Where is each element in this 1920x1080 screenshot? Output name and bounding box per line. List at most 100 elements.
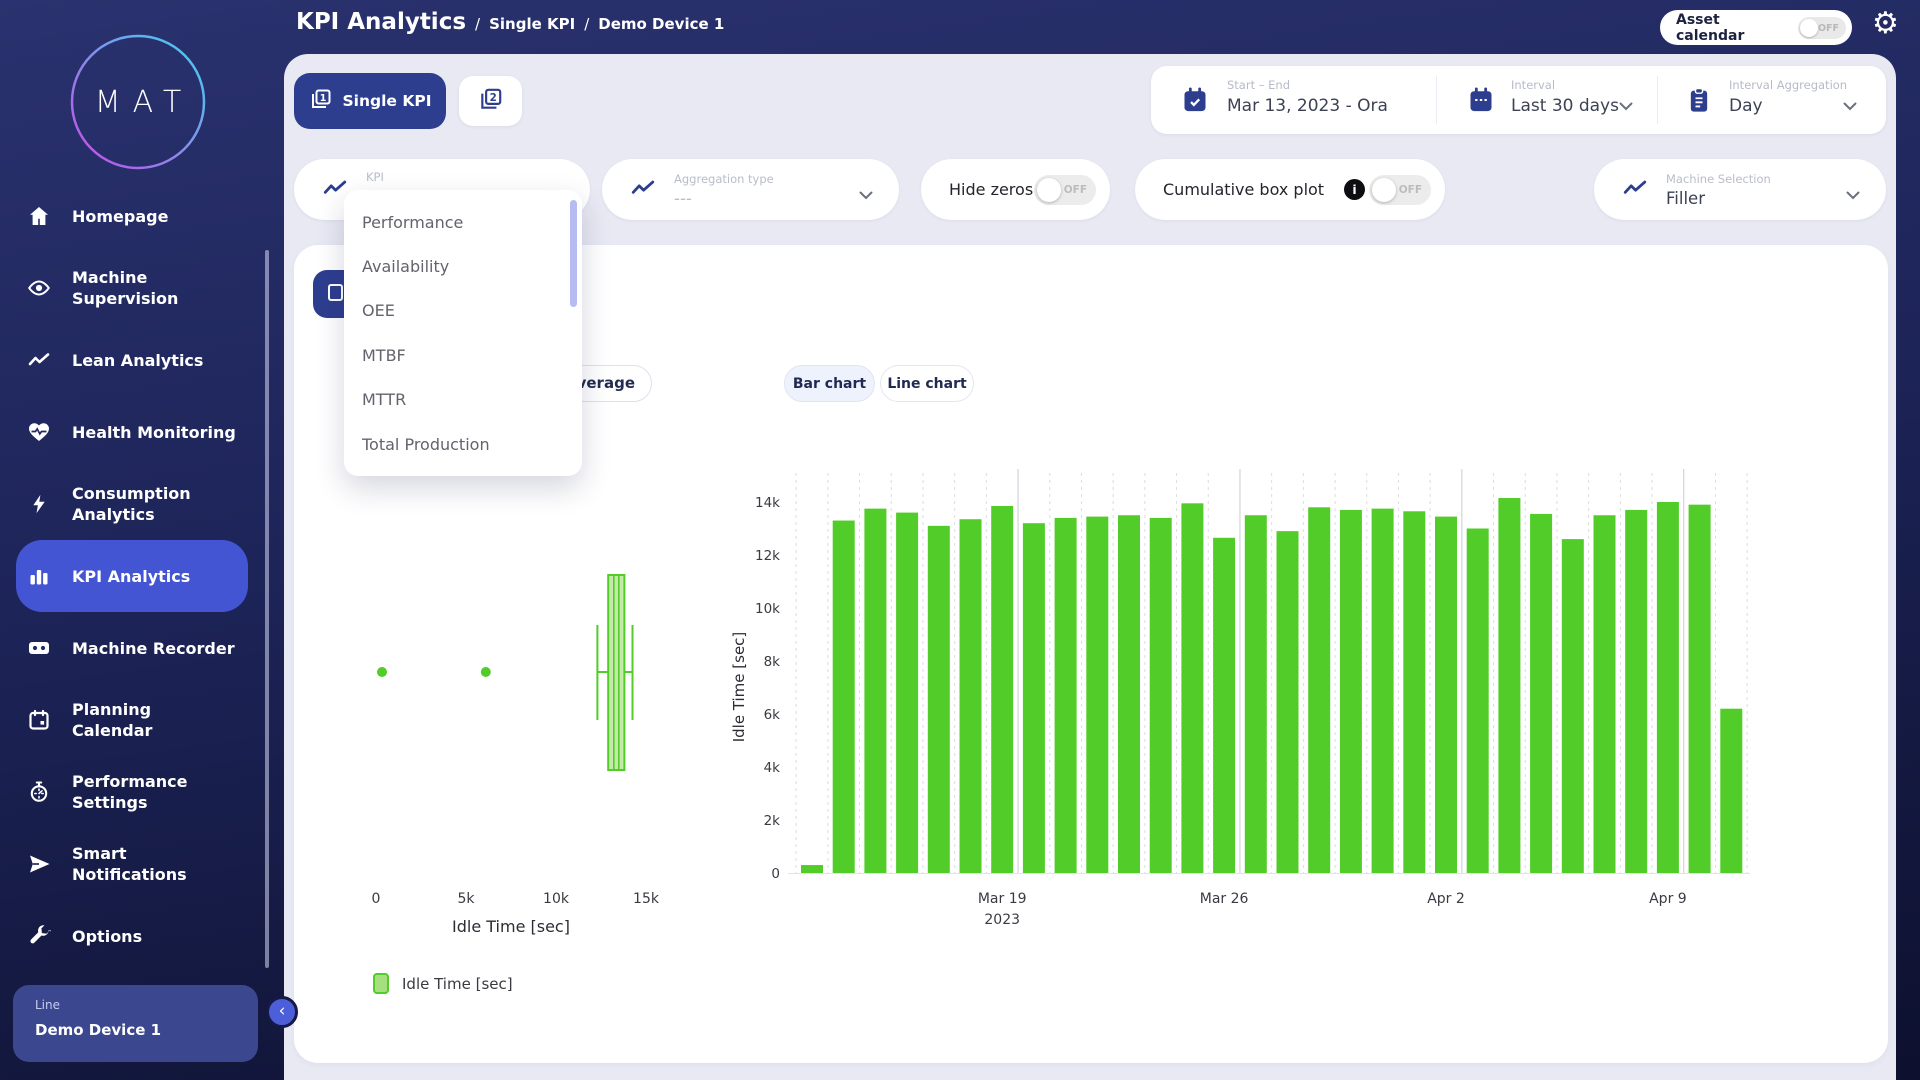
bar-mar-29[interactable]: [1308, 507, 1330, 873]
cumulative-box-plot-label: Cumulative box plot: [1163, 180, 1324, 199]
breadcrumb-item[interactable]: Demo Device 1: [598, 15, 724, 33]
bar-mar-24[interactable]: [1150, 518, 1172, 873]
sidebar-item-planning-calendar[interactable]: Planning Calendar: [16, 684, 248, 756]
device-panel[interactable]: Line Demo Device 1: [13, 985, 258, 1062]
kpi-option-performance[interactable]: Performance: [344, 200, 582, 244]
bar-mar-18[interactable]: [960, 519, 982, 873]
hide-zeros-toggle[interactable]: OFF: [1034, 175, 1096, 205]
toggle-knob: [1372, 178, 1396, 202]
sidebar-item-label: Machine Recorder: [72, 638, 235, 659]
bar-mar-13[interactable]: [801, 865, 823, 873]
kpi-option-total-production[interactable]: Total Production: [344, 422, 582, 466]
dropdown-scrollbar[interactable]: [570, 200, 577, 307]
y-tick-label: 4k: [764, 760, 781, 776]
bar-mar-22[interactable]: [1086, 517, 1108, 873]
line-chart-button[interactable]: Line chart: [880, 365, 974, 402]
x-tick-label: 10k: [543, 891, 570, 907]
chevron-down-icon[interactable]: [1619, 96, 1633, 105]
machine-selection-select[interactable]: Machine Selection Filler: [1594, 159, 1886, 220]
sidebar-collapse-button[interactable]: ‹: [266, 996, 298, 1028]
bar-apr-9[interactable]: [1657, 502, 1679, 873]
sidebar-item-homepage[interactable]: Homepage: [16, 180, 248, 252]
bar-mar-30[interactable]: [1340, 510, 1362, 873]
bar-mar-23[interactable]: [1118, 515, 1140, 873]
breadcrumb: KPI Analytics /Single KPI/Demo Device 1: [296, 9, 724, 35]
divider: [1436, 76, 1437, 124]
hide-zeros-control: Hide zeros OFF: [921, 159, 1110, 220]
trend-icon: [1622, 175, 1648, 205]
chevron-down-icon[interactable]: [1843, 96, 1857, 105]
sidebar-item-lean-analytics[interactable]: Lean Analytics: [16, 324, 248, 396]
sidebar-item-kpi-analytics[interactable]: KPI Analytics: [16, 540, 248, 612]
multi-kpi-button[interactable]: 2: [459, 76, 522, 126]
x-tick-label: Apr 2: [1427, 891, 1465, 907]
kpi-option-mtbf[interactable]: MTBF: [344, 333, 582, 377]
hide-zeros-label: Hide zeros: [949, 180, 1033, 199]
chart-legend: Idle Time [sec]: [373, 973, 513, 994]
bar-mar-19[interactable]: [991, 506, 1013, 873]
sidebar-item-performance-settings[interactable]: Performance Settings: [16, 756, 248, 828]
aggregation-type-select[interactable]: Aggregation type ---: [602, 159, 899, 220]
x-tick-label: Apr 9: [1649, 891, 1687, 907]
sidebar-item-smart-notifications[interactable]: Smart Notifications: [16, 828, 248, 900]
content-area: 1 Single KPI 2 Start – End Mar 13, 2023 …: [284, 54, 1896, 1080]
settings-gear-icon[interactable]: ⚙: [1872, 6, 1899, 41]
outlier-point[interactable]: [481, 667, 491, 677]
bar-mar-17[interactable]: [928, 526, 950, 873]
bar-mar-16[interactable]: [896, 513, 918, 873]
bar-chart-button[interactable]: Bar chart: [784, 365, 875, 402]
sidebar-item-health-monitoring[interactable]: Health Monitoring: [16, 396, 248, 468]
sidebar-item-label: Performance Settings: [72, 771, 184, 813]
legend-label: Idle Time [sec]: [402, 975, 513, 993]
asset-calendar-toggle[interactable]: OFF: [1798, 17, 1846, 39]
bar-apr-8[interactable]: [1625, 510, 1647, 873]
cumulative-box-plot-toggle[interactable]: OFF: [1369, 175, 1431, 205]
bar-mar-28[interactable]: [1277, 531, 1299, 873]
y-tick-label: 2k: [764, 813, 781, 829]
bar-apr-10[interactable]: [1689, 505, 1711, 873]
sidebar-item-consumption-analytics[interactable]: Consumption Analytics: [16, 468, 248, 540]
bar-mar-26[interactable]: [1213, 538, 1235, 873]
single-kpi-label: Single KPI: [343, 92, 432, 110]
sidebar: MAT HomepageMachine SupervisionLean Anal…: [0, 0, 284, 1080]
kpi-option-oee[interactable]: OEE: [344, 289, 582, 333]
bar-mar-25[interactable]: [1181, 503, 1203, 873]
bar-mar-15[interactable]: [864, 509, 886, 873]
interval-field[interactable]: Interval Last 30 days: [1511, 78, 1619, 116]
sidebar-item-machine-supervision[interactable]: Machine Supervision: [16, 252, 248, 324]
kpi-option-mttr[interactable]: MTTR: [344, 378, 582, 422]
x-tick-label: 0: [372, 891, 381, 907]
bar-mar-14[interactable]: [833, 521, 855, 873]
breadcrumb-item[interactable]: Single KPI: [489, 15, 575, 33]
bar-apr-2[interactable]: [1435, 517, 1457, 873]
single-kpi-icon: 1: [309, 87, 333, 115]
sidebar-item-label: Options: [72, 926, 142, 947]
bar-mar-20[interactable]: [1023, 523, 1045, 873]
outlier-point[interactable]: [377, 667, 387, 677]
asset-calendar-pill[interactable]: Asset calendar OFF: [1660, 10, 1852, 45]
sidebar-item-machine-recorder[interactable]: Machine Recorder: [16, 612, 248, 684]
bar-apr-5[interactable]: [1530, 514, 1552, 873]
single-kpi-button[interactable]: 1 Single KPI: [294, 73, 446, 129]
sidebar-scrollbar[interactable]: [265, 250, 269, 968]
bar-mar-27[interactable]: [1245, 515, 1267, 873]
bar-apr-6[interactable]: [1562, 539, 1584, 873]
sidebar-item-options[interactable]: Options: [16, 900, 248, 972]
bar-apr-11[interactable]: [1720, 709, 1742, 873]
interval-aggregation-field[interactable]: Interval Aggregation Day: [1729, 78, 1847, 116]
kpi-label: KPI: [366, 170, 384, 184]
bar-apr-3[interactable]: [1467, 529, 1489, 874]
bar-apr-1[interactable]: [1403, 511, 1425, 873]
bar-mar-21[interactable]: [1055, 518, 1077, 873]
bar-apr-4[interactable]: [1498, 498, 1520, 873]
start-end-field[interactable]: Start – End Mar 13, 2023 - Ora: [1227, 78, 1388, 116]
kpi-option-availability[interactable]: Availability: [344, 244, 582, 288]
box[interactable]: [608, 575, 624, 770]
x-tick-label: 5k: [457, 891, 475, 907]
device-type-label: Line: [35, 998, 258, 1012]
y-tick-label: 0: [771, 866, 780, 882]
bar-apr-7[interactable]: [1594, 515, 1616, 873]
home-icon: [27, 204, 51, 228]
info-icon[interactable]: i: [1344, 179, 1365, 200]
bar-mar-31[interactable]: [1372, 509, 1394, 873]
